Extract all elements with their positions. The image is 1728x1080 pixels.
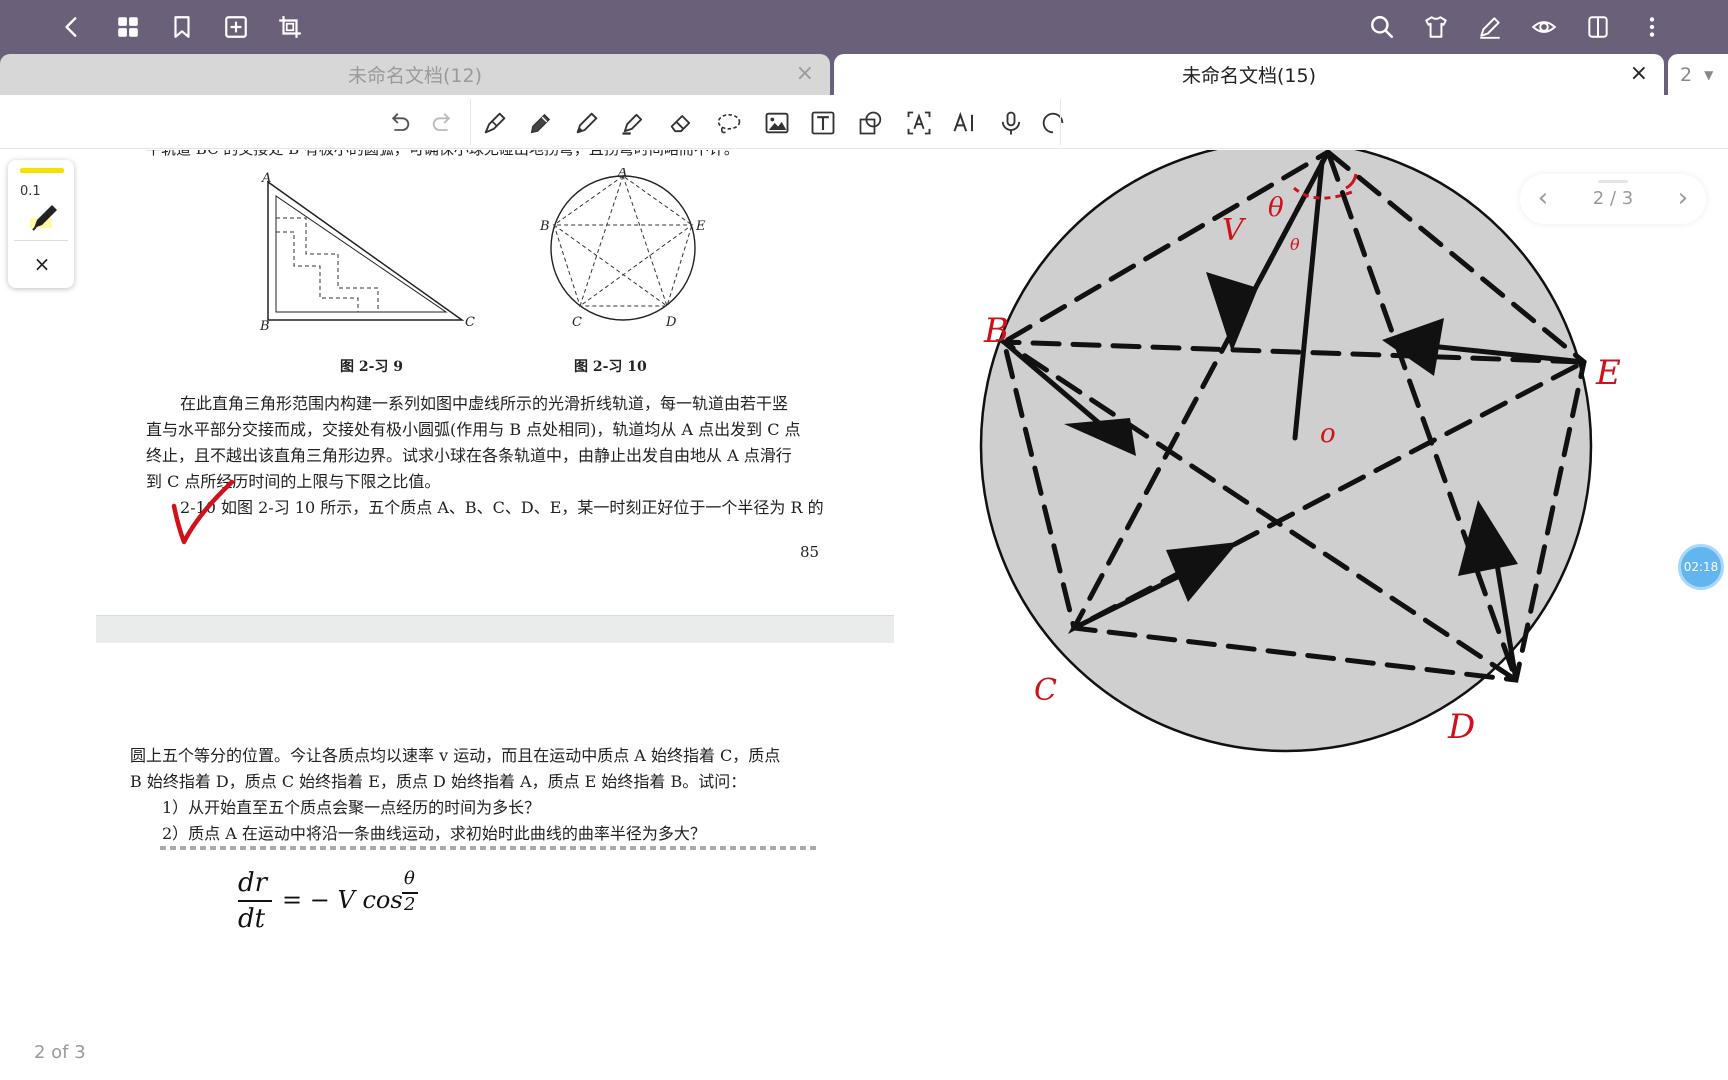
highlighter-icon[interactable]: [616, 106, 650, 140]
undo-icon[interactable]: [382, 106, 416, 140]
figure-caption-9: 图 2-习 9: [340, 359, 404, 375]
pencil-icon[interactable]: [524, 106, 558, 140]
label-c: C: [1034, 673, 1057, 708]
page-navigator: ‹ 2 / 3 ›: [1520, 174, 1706, 224]
pen-color-swatch[interactable]: [20, 168, 64, 173]
label-theta-half: θ: [1290, 235, 1300, 254]
handwritten-equation: dr dt = − V cos θ 2: [238, 868, 438, 948]
page-count-label: 2 of 3: [34, 1042, 86, 1063]
label-v: V: [1222, 213, 1247, 248]
page-indicator-text: 2 / 3: [1592, 188, 1634, 209]
ocr-text-icon[interactable]: [902, 106, 936, 140]
ballpoint-pen-icon[interactable]: [570, 106, 604, 140]
microphone-icon[interactable]: [994, 106, 1028, 140]
book-paragraph-line: 终止，且不越出该直角三角形边界。试求小球在各条轨道中，由静止出发自由地从 A 点…: [146, 446, 792, 465]
back-icon[interactable]: [54, 9, 90, 45]
layout-icon[interactable]: [1580, 9, 1616, 45]
label-e: E: [1595, 353, 1621, 393]
tab-count-dropdown[interactable]: 2 ▼: [1668, 54, 1728, 95]
chevron-right-icon[interactable]: ›: [1668, 184, 1698, 214]
redo-icon[interactable]: [426, 106, 460, 140]
fig10-label-d: D: [665, 315, 677, 328]
equation-denominator: dt: [238, 904, 266, 934]
lasso-icon[interactable]: [712, 106, 746, 140]
tab-close-button[interactable]: ×: [1630, 62, 1648, 86]
tab-label: 未命名文档(12): [347, 65, 482, 87]
palette-divider: [14, 240, 68, 241]
eraser-icon[interactable]: [664, 106, 698, 140]
shirt-icon[interactable]: [1418, 9, 1454, 45]
figure-2-9: A B C: [259, 171, 475, 330]
fig9-label-c: C: [465, 315, 475, 330]
book-paragraph-line: 圆上五个等分的位置。今让各质点均以速率 v 运动，而且在运动中质点 A 始终指着…: [130, 746, 781, 765]
book-paragraph-line: 2）质点 A 在运动中将沿一条曲线运动，求初始时此曲线的曲率半径为多大？: [162, 824, 706, 843]
ai-icon[interactable]: [948, 106, 982, 140]
pen-settings-palette: 0.1 ×: [8, 160, 74, 288]
theta-denominator: 2: [404, 894, 416, 915]
tab-document-12[interactable]: 未命名文档(12) ×: [0, 54, 830, 95]
shape-icon[interactable]: [854, 106, 888, 140]
pen-icon[interactable]: [28, 200, 62, 234]
equation-rhs: = − V cos: [282, 886, 403, 914]
search-icon[interactable]: [1364, 9, 1400, 45]
more-icon[interactable]: [1634, 9, 1670, 45]
figure-caption-10: 图 2-习 10: [574, 359, 647, 375]
equation-numerator: dr: [238, 868, 268, 898]
fig10-label-a: A: [617, 168, 627, 180]
grid-icon[interactable]: [110, 9, 146, 45]
tab-document-15[interactable]: 未命名文档(15) ×: [834, 54, 1664, 95]
crop-icon[interactable]: [272, 9, 308, 45]
bookmark-icon[interactable]: [164, 9, 200, 45]
pentagram-drawing: B E C D V θ o θ: [979, 150, 1621, 753]
figure-2-10: A B C D E: [539, 168, 706, 328]
caret-down-icon: ▼: [1704, 67, 1714, 82]
close-icon[interactable]: ×: [30, 252, 54, 276]
note-page[interactable]: 平轨道 BC 的交接处 B 有极小的圆弧，可确保小球无碰出地拐弯，且拐弯时间略而…: [0, 150, 1728, 1080]
drag-handle[interactable]: [1598, 180, 1628, 183]
label-b: B: [983, 311, 1009, 351]
book-paragraph-line: 直与水平部分交接而成，交接处有极小圆弧(作用与 B 点处相同)，轨道均从 A 点…: [146, 420, 801, 439]
problem-2-10-line: 2-10 如图 2-习 10 所示，五个质点 A、B、C、D、E，某一时刻正好位…: [180, 498, 824, 517]
book-page-number: 85: [800, 543, 820, 561]
page-separator: [96, 615, 894, 643]
theta-numerator: θ: [404, 868, 415, 889]
pen-mode-icon[interactable]: [1472, 9, 1508, 45]
view-icon[interactable]: [1526, 9, 1562, 45]
label-d: D: [1447, 707, 1475, 747]
cut-off-text-line: [160, 846, 820, 850]
fig9-label-a: A: [261, 171, 271, 186]
text-box-icon[interactable]: [806, 106, 840, 140]
pen-size-value: 0.1: [20, 184, 41, 199]
fig9-label-b: B: [259, 319, 270, 330]
checkmark-annotation: [171, 479, 235, 545]
app-window: 未命名文档(12) × 未命名文档(15) × 2 ▼ A B C 图 2-习 …: [0, 0, 1728, 1080]
toolbar-divider: [470, 99, 471, 145]
book-paragraph-line: 在此直角三角形范围内构建一系列如图中虚线所示的光滑折线轨道，每一轨道由若干竖: [180, 394, 789, 413]
tab-bar: 未命名文档(12) × 未命名文档(15) × 2 ▼: [0, 54, 1728, 95]
add-page-icon[interactable]: [218, 9, 254, 45]
tab-count-value: 2: [1680, 63, 1693, 86]
fig10-label-e: E: [695, 219, 706, 234]
recording-timer[interactable]: 02:18: [1678, 544, 1724, 590]
image-icon[interactable]: [760, 106, 794, 140]
chevron-left-icon[interactable]: ‹: [1528, 184, 1558, 214]
fig10-label-b: B: [539, 219, 550, 234]
laser-pointer-icon[interactable]: [1036, 106, 1070, 140]
fountain-pen-icon[interactable]: [478, 106, 512, 140]
drawing-toolbar: [0, 95, 1728, 149]
top-bar: [0, 0, 1728, 54]
label-o: o: [1320, 419, 1336, 449]
label-theta: θ: [1268, 193, 1284, 223]
book-paragraph-line: B 始终指着 D，质点 C 始终指着 E，质点 D 始终指着 A，质点 E 始终…: [130, 772, 747, 791]
fig10-label-c: C: [572, 315, 582, 328]
fraction-bar: [238, 900, 272, 902]
toolbar-divider: [1060, 99, 1061, 145]
tab-label: 未命名文档(15): [1181, 65, 1316, 87]
book-paragraph-line: 1）从开始直至五个质点会聚一点经历的时间为多长？: [162, 798, 541, 817]
tab-close-button[interactable]: ×: [796, 62, 814, 86]
book-line-top: 平轨道 BC 的交接处 B 有极小的圆弧，可确保小球无碰出地拐弯，且拐弯时间略而…: [146, 150, 739, 159]
